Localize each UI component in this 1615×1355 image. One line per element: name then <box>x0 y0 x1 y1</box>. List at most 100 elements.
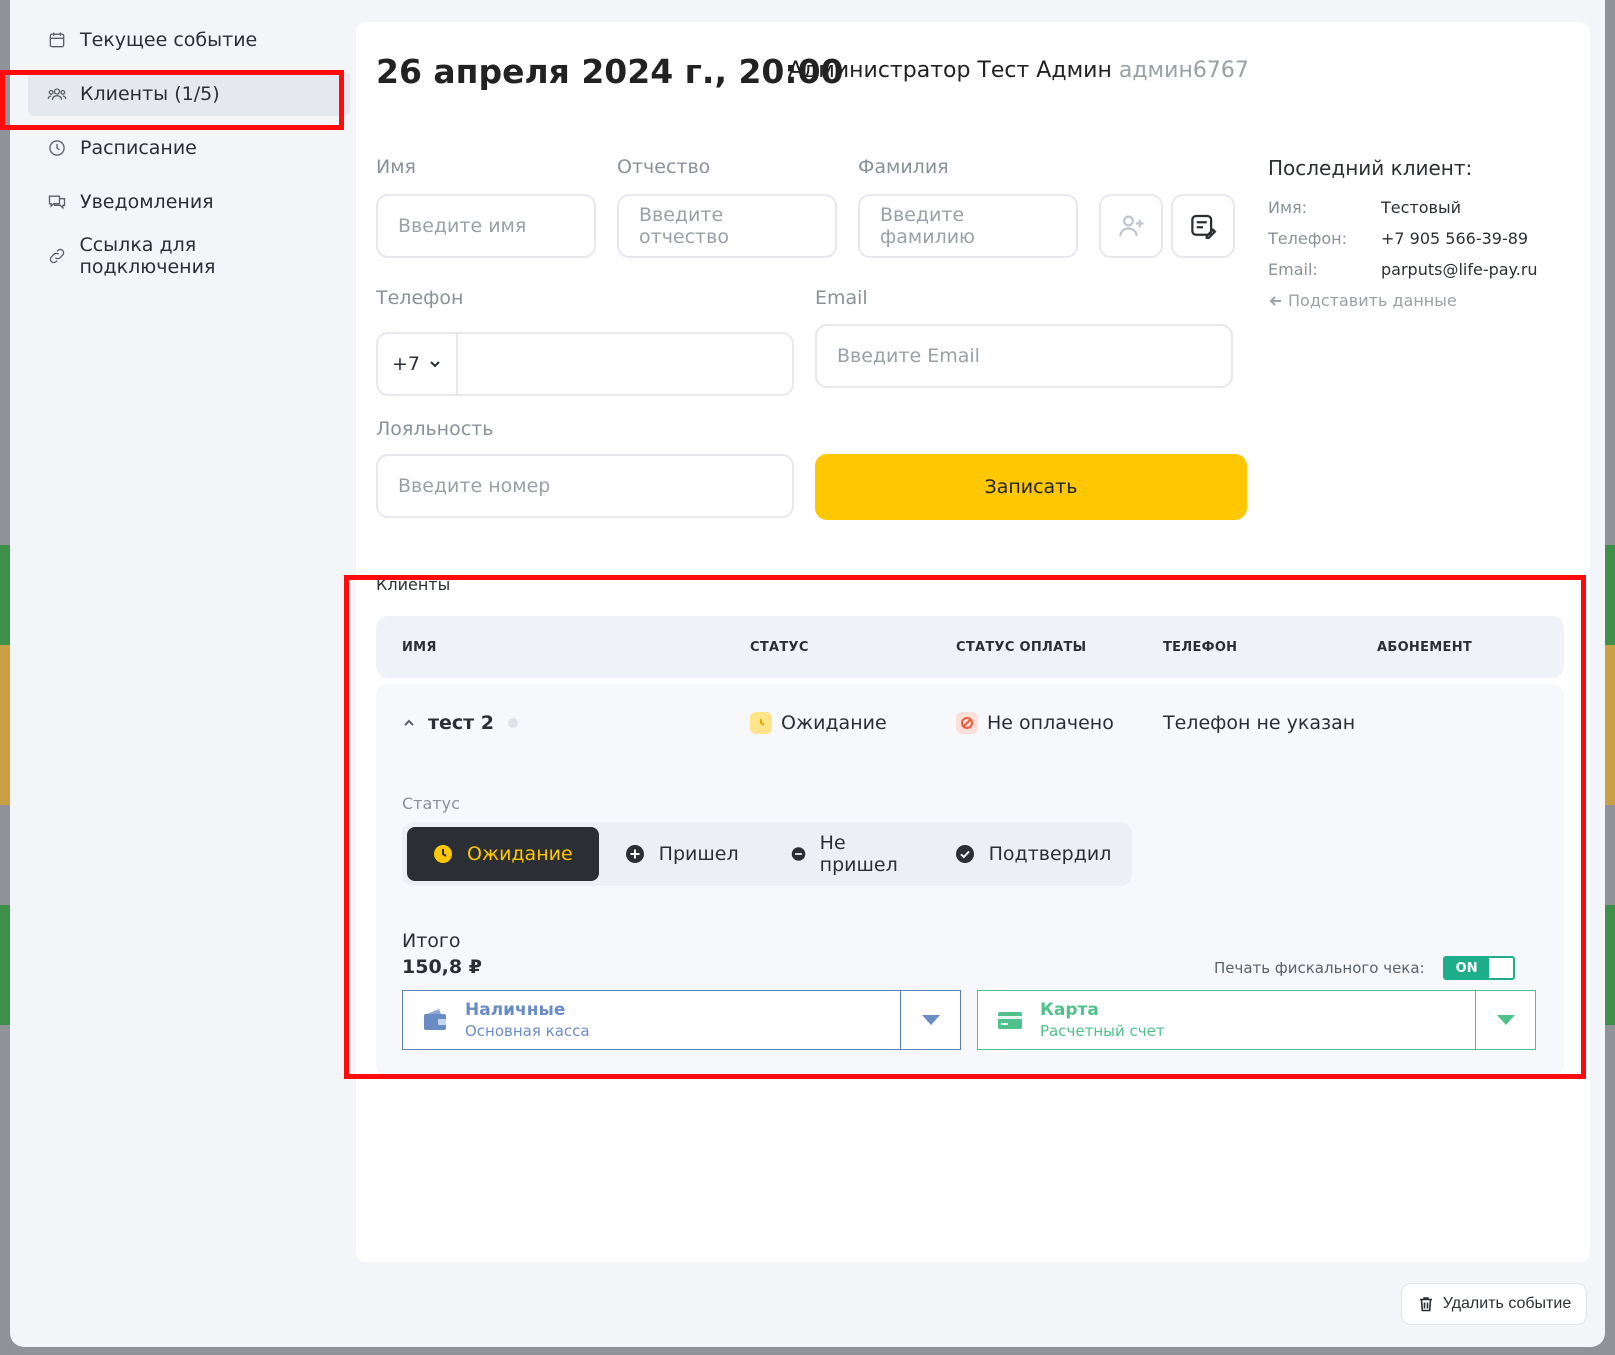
sidebar-item-notifications[interactable]: Уведомления <box>28 180 350 224</box>
client-status: Ожидание <box>750 712 887 734</box>
background-event-strip <box>1605 905 1615 1025</box>
clients-section-title: Клиенты <box>376 575 451 594</box>
client-name: тест 2 <box>428 712 495 734</box>
submit-button[interactable]: Записать <box>815 454 1247 520</box>
client-row-toggle[interactable]: тест 2 <box>402 712 519 734</box>
event-datetime: 26 апреля 2024 г., 20:00 <box>376 52 844 91</box>
caret-down-icon <box>921 1015 940 1025</box>
fill-data-link[interactable]: Подставить данные <box>1268 291 1568 310</box>
email-placeholder: Введите Email <box>837 345 980 367</box>
table-row: тест 2 Ожидание Не оплачено Телефон не у… <box>376 684 1564 1076</box>
middle-name-input[interactable]: Введите отчество <box>617 194 837 258</box>
user-plus-icon <box>1119 215 1144 237</box>
delete-event-button[interactable]: Удалить событие <box>1401 1283 1587 1325</box>
client-phone: Телефон не указан <box>1163 712 1356 734</box>
link-icon <box>46 245 67 267</box>
first-name-label: Имя <box>376 156 416 178</box>
caret-down-icon <box>1496 1015 1515 1025</box>
background-event-strip <box>1605 545 1615 645</box>
sidebar-item-connection-link[interactable]: Ссылка для подключения <box>28 234 350 278</box>
wallet-icon <box>424 1009 446 1030</box>
chevron-down-icon <box>430 361 440 368</box>
client-indicator-dot <box>508 718 519 728</box>
payment-card-dropdown[interactable] <box>1475 991 1535 1049</box>
background-event-strip <box>1605 645 1615 805</box>
sidebar-item-label: Расписание <box>80 137 197 159</box>
calendar-icon <box>46 29 68 51</box>
chevron-up-icon <box>404 719 414 726</box>
event-admin: Администратор Тест Админ админ6767 <box>788 58 1249 83</box>
last-name-placeholder: Введите фамилию <box>880 204 976 248</box>
last-name-input[interactable]: Введите фамилию <box>858 194 1078 258</box>
column-header: СТАТУС <box>750 640 809 655</box>
column-header: СТАТУС ОПЛАТЫ <box>956 640 1087 655</box>
status-option-confirmed[interactable]: Подтвердил <box>929 827 1138 881</box>
payment-card-title: Карта <box>1040 1000 1099 1020</box>
loyalty-placeholder: Введите номер <box>398 475 551 497</box>
clock-icon <box>434 845 452 863</box>
sidebar-item-label: Уведомления <box>80 191 214 213</box>
sidebar-item-label: Текущее событие <box>80 29 258 51</box>
clock-icon <box>46 137 68 159</box>
status-option-no-show[interactable]: Не пришел <box>765 827 929 881</box>
loyalty-label: Лояльность <box>376 418 494 440</box>
last-client-phone: +7 905 566-39-89 <box>1381 229 1529 248</box>
note-edit-icon <box>1191 214 1217 239</box>
sidebar-item-schedule[interactable]: Расписание <box>28 126 350 170</box>
status-option-waiting[interactable]: Ожидание <box>407 827 599 881</box>
edit-client-button[interactable] <box>1171 194 1235 258</box>
last-client-title: Последний клиент: <box>1268 156 1473 180</box>
add-client-button[interactable] <box>1099 194 1163 258</box>
chat-icon <box>46 191 68 213</box>
phone-field: +7 <box>376 332 794 396</box>
background-event-strip <box>0 545 10 645</box>
event-modal: Текущее событие Клиенты (1/5) Расписание… <box>10 0 1605 1347</box>
email-label: Email <box>815 287 868 309</box>
middle-name-placeholder: Введите отчество <box>639 204 729 248</box>
sidebar: Текущее событие Клиенты (1/5) Расписание… <box>28 18 350 288</box>
payment-cash-dropdown[interactable] <box>900 991 960 1049</box>
phone-label: Телефон <box>376 287 464 309</box>
total-label: Итого <box>402 930 461 952</box>
clock-icon <box>750 712 772 734</box>
total-value: 150,8 ₽ <box>402 956 482 978</box>
admin-login: админ6767 <box>1118 58 1249 83</box>
payment-cash-select[interactable]: Наличные Основная касса <box>402 990 961 1050</box>
column-header: ИМЯ <box>402 640 437 655</box>
arrow-left-icon <box>1269 295 1281 306</box>
client-payment-status: Не оплачено <box>956 712 1114 734</box>
users-icon <box>46 83 68 105</box>
email-input[interactable]: Введите Email <box>815 324 1233 388</box>
sidebar-item-current-event[interactable]: Текущее событие <box>28 18 350 62</box>
admin-name: Администратор Тест Админ <box>788 58 1112 83</box>
payment-card-select[interactable]: Карта Расчетный счет <box>977 990 1536 1050</box>
last-client-panel: Последний клиент: Имя: Тестовый Телефон:… <box>1268 156 1568 310</box>
loyalty-input[interactable]: Введите номер <box>376 454 794 518</box>
payment-cash-title: Наличные <box>465 1000 566 1020</box>
trash-icon <box>1419 1297 1432 1312</box>
status-segmented-control: Ожидание Пришел Не пришел Подтвердил <box>402 822 1132 886</box>
sidebar-item-clients[interactable]: Клиенты (1/5) <box>28 72 350 116</box>
phone-country-code-select[interactable]: +7 <box>378 334 458 394</box>
last-name-label: Фамилия <box>858 156 949 178</box>
plus-circle-icon <box>625 845 644 863</box>
last-client-email-row: Email: parputs@life-pay.ru <box>1268 260 1538 279</box>
last-client-name: Тестовый <box>1381 198 1461 217</box>
minus-circle-icon <box>791 847 805 861</box>
fiscal-receipt-toggle[interactable]: ON <box>1442 956 1515 980</box>
column-header: ТЕЛЕФОН <box>1163 640 1238 655</box>
phone-input[interactable] <box>458 334 792 394</box>
column-header: АБОНЕМЕНТ <box>1377 640 1473 655</box>
payment-card-subtitle: Расчетный счет <box>1040 1022 1165 1040</box>
payment-cash-subtitle: Основная касса <box>465 1022 590 1040</box>
blocked-icon <box>956 712 978 734</box>
status-label: Статус <box>402 794 460 813</box>
main-panel: 26 апреля 2024 г., 20:00 Администратор Т… <box>356 22 1590 1262</box>
phone-country-code: +7 <box>391 353 420 375</box>
credit-card-icon <box>998 1012 1022 1029</box>
last-client-name-row: Имя: Тестовый <box>1268 198 1461 217</box>
check-circle-icon <box>955 845 974 863</box>
status-option-arrived[interactable]: Пришел <box>599 827 765 881</box>
first-name-input[interactable]: Введите имя <box>376 194 596 258</box>
fiscal-receipt-setting: Печать фискального чека: ON <box>1214 956 1515 980</box>
